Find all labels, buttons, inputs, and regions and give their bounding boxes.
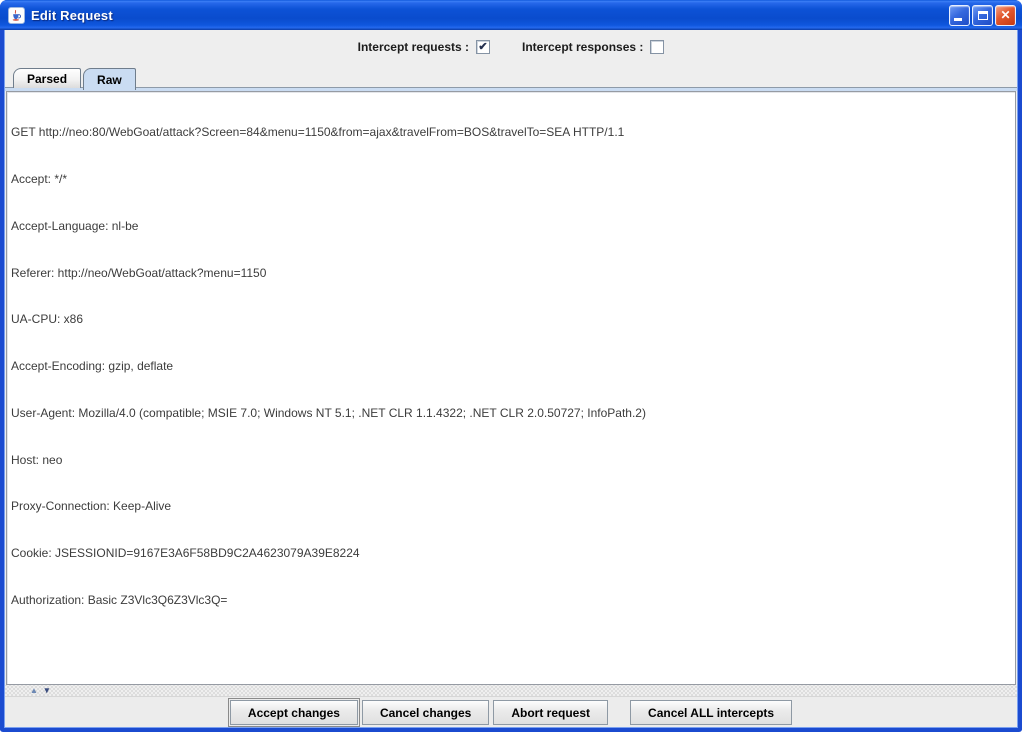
splitter-collapse-down-icon[interactable]: ▼ bbox=[43, 687, 51, 695]
request-line: Referer: http://neo/WebGoat/attack?menu=… bbox=[11, 266, 1015, 282]
splitter-collapse-up-icon[interactable]: ▲ bbox=[30, 687, 38, 695]
tab-raw[interactable]: Raw bbox=[83, 68, 136, 90]
checkmark-icon: ✔ bbox=[478, 42, 487, 53]
request-line: Accept-Language: nl-be bbox=[11, 219, 1015, 235]
raw-request-textarea[interactable]: GET http://neo:80/WebGoat/attack?Screen=… bbox=[6, 91, 1016, 685]
request-line: Accept-Encoding: gzip, deflate bbox=[11, 359, 1015, 375]
intercept-requests-label: Intercept requests : bbox=[358, 40, 469, 54]
edit-request-window: Edit Request ✕ Intercept requests : ✔ In… bbox=[0, 0, 1022, 732]
request-line: UA-CPU: x86 bbox=[11, 312, 1015, 328]
close-icon: ✕ bbox=[1000, 9, 1010, 21]
intercept-requests-checkbox[interactable]: ✔ bbox=[476, 40, 490, 54]
tab-parsed[interactable]: Parsed bbox=[13, 68, 81, 88]
intercept-responses-checkbox[interactable] bbox=[650, 40, 664, 54]
intercept-toolbar: Intercept requests : ✔ Intercept respons… bbox=[4, 30, 1018, 64]
tab-raw-label: Raw bbox=[97, 73, 122, 87]
request-line: Cookie: JSESSIONID=9167E3A6F58BD9C2A4623… bbox=[11, 546, 1015, 562]
abort-request-button[interactable]: Abort request bbox=[493, 700, 608, 725]
window-title: Edit Request bbox=[31, 8, 949, 23]
intercept-responses-label: Intercept responses : bbox=[522, 40, 643, 54]
window-controls: ✕ bbox=[949, 5, 1016, 26]
tab-parsed-label: Parsed bbox=[27, 72, 67, 86]
cancel-all-intercepts-button[interactable]: Cancel ALL intercepts bbox=[630, 700, 792, 725]
split-pane-divider[interactable]: ▲ ▼ bbox=[4, 685, 1018, 696]
request-line: Authorization: Basic Z3Vlc3Q6Z3Vlc3Q= bbox=[11, 593, 1015, 609]
minimize-icon bbox=[954, 18, 962, 21]
view-tabs: Parsed Raw bbox=[4, 64, 1018, 88]
client-area: Intercept requests : ✔ Intercept respons… bbox=[4, 30, 1018, 728]
request-line: User-Agent: Mozilla/4.0 (compatible; MSI… bbox=[11, 406, 1015, 422]
request-line: Proxy-Connection: Keep-Alive bbox=[11, 499, 1015, 515]
editor-wrap: GET http://neo:80/WebGoat/attack?Screen=… bbox=[4, 91, 1018, 685]
footer-button-bar: Accept changes Cancel changes Abort requ… bbox=[4, 696, 1018, 728]
title-bar[interactable]: Edit Request ✕ bbox=[0, 0, 1022, 30]
accept-changes-button[interactable]: Accept changes bbox=[230, 700, 358, 725]
request-line: GET http://neo:80/WebGoat/attack?Screen=… bbox=[11, 125, 1015, 141]
close-button[interactable]: ✕ bbox=[995, 5, 1016, 26]
maximize-icon bbox=[978, 11, 988, 20]
maximize-button[interactable] bbox=[972, 5, 993, 26]
request-line: Host: neo bbox=[11, 453, 1015, 469]
cancel-changes-button[interactable]: Cancel changes bbox=[362, 700, 489, 725]
request-line: Accept: */* bbox=[11, 172, 1015, 188]
java-cup-icon bbox=[8, 7, 25, 24]
minimize-button[interactable] bbox=[949, 5, 970, 26]
